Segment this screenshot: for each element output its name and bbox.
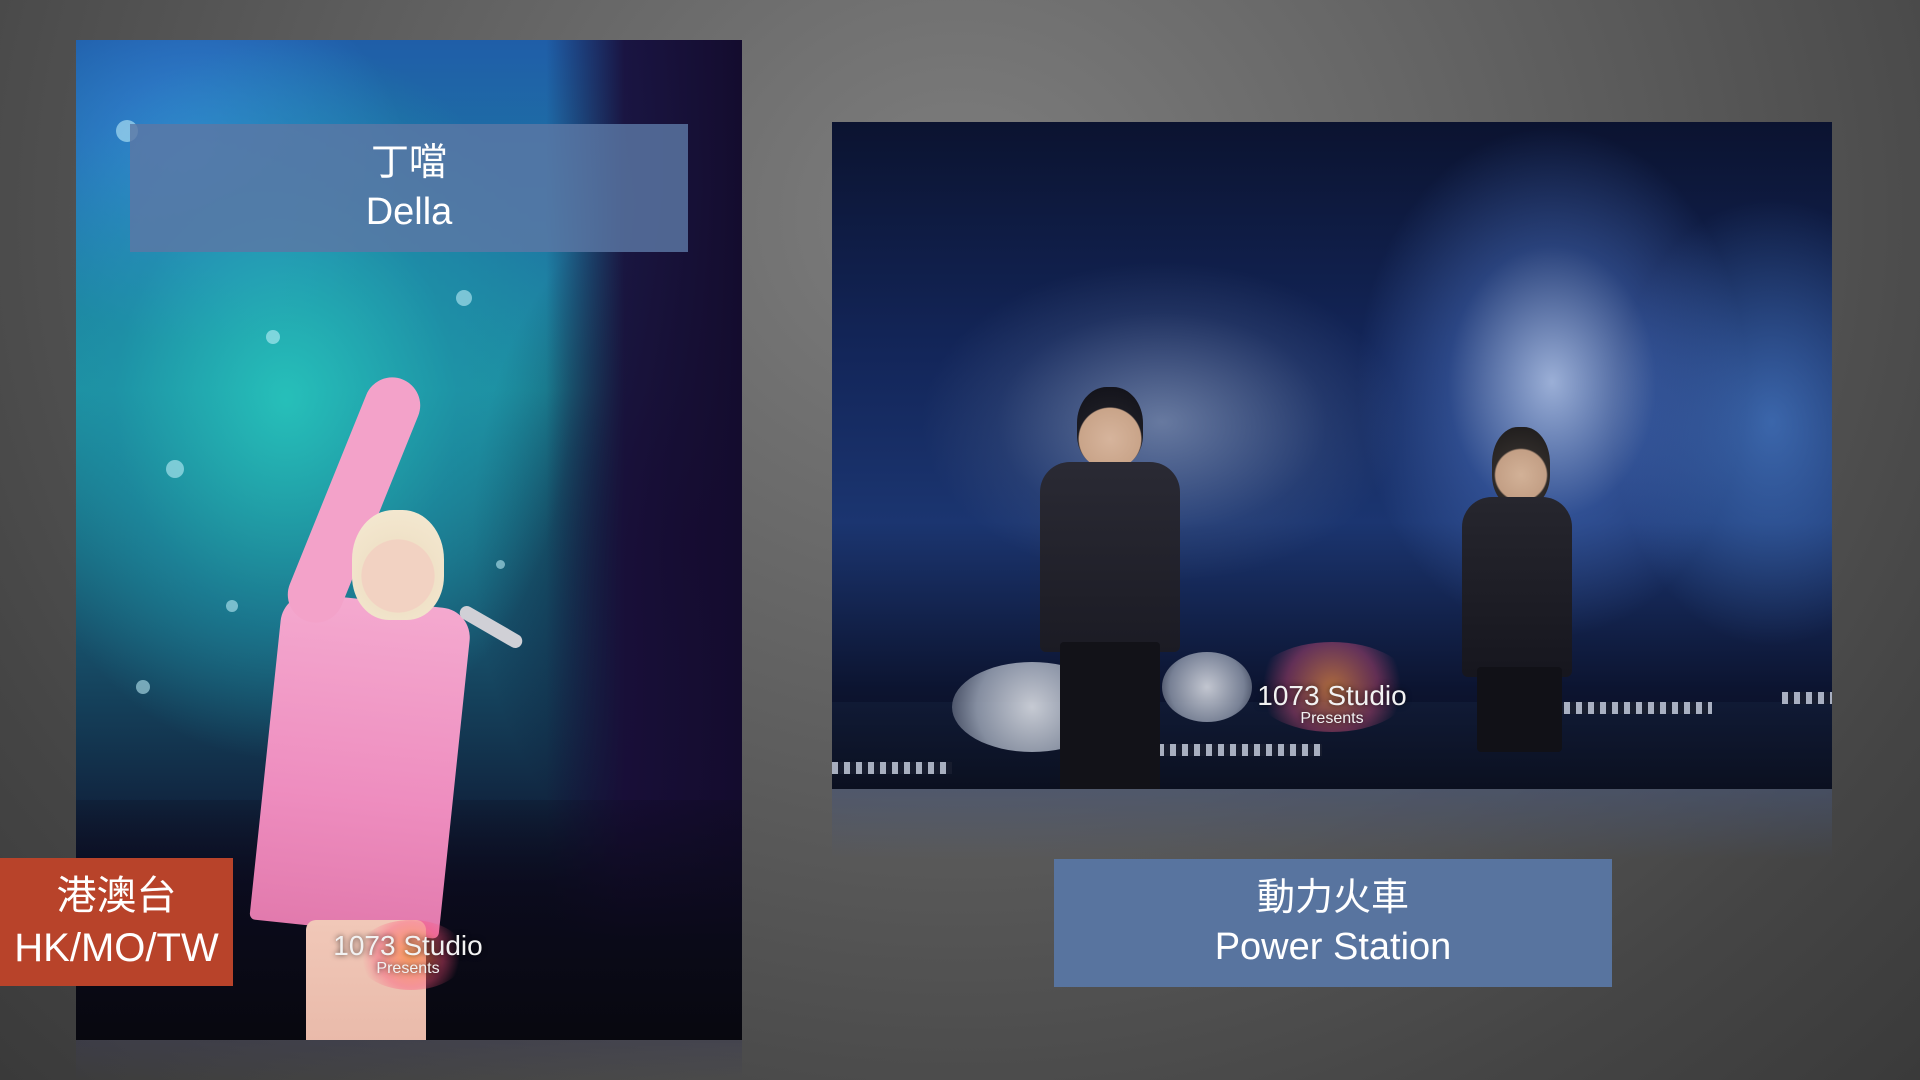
watermark-right: 1073 Studio Presents — [1257, 680, 1407, 727]
photo-della-reflection — [76, 1040, 742, 1080]
artist-name-english: Della — [365, 191, 453, 233]
region-name-chinese: 港澳台 — [56, 874, 177, 918]
photo-power-station: 1073 Studio Presents — [832, 122, 1832, 789]
watermark-left: 1073 Studio Presents — [333, 930, 483, 977]
artist-name-english: Power Station — [1214, 926, 1452, 968]
region-label: 港澳台 HK/MO/TW — [0, 858, 233, 986]
artist-label-power-station: 動力火車 Power Station — [1054, 859, 1612, 987]
artist-label-della: 丁噹 Della — [130, 124, 688, 252]
artist-name-chinese: 動力火車 — [1256, 876, 1409, 919]
photo-power-station-reflection — [832, 789, 1832, 859]
artist-name-chinese: 丁噹 — [370, 141, 447, 184]
region-name-english: HK/MO/TW — [14, 926, 219, 970]
